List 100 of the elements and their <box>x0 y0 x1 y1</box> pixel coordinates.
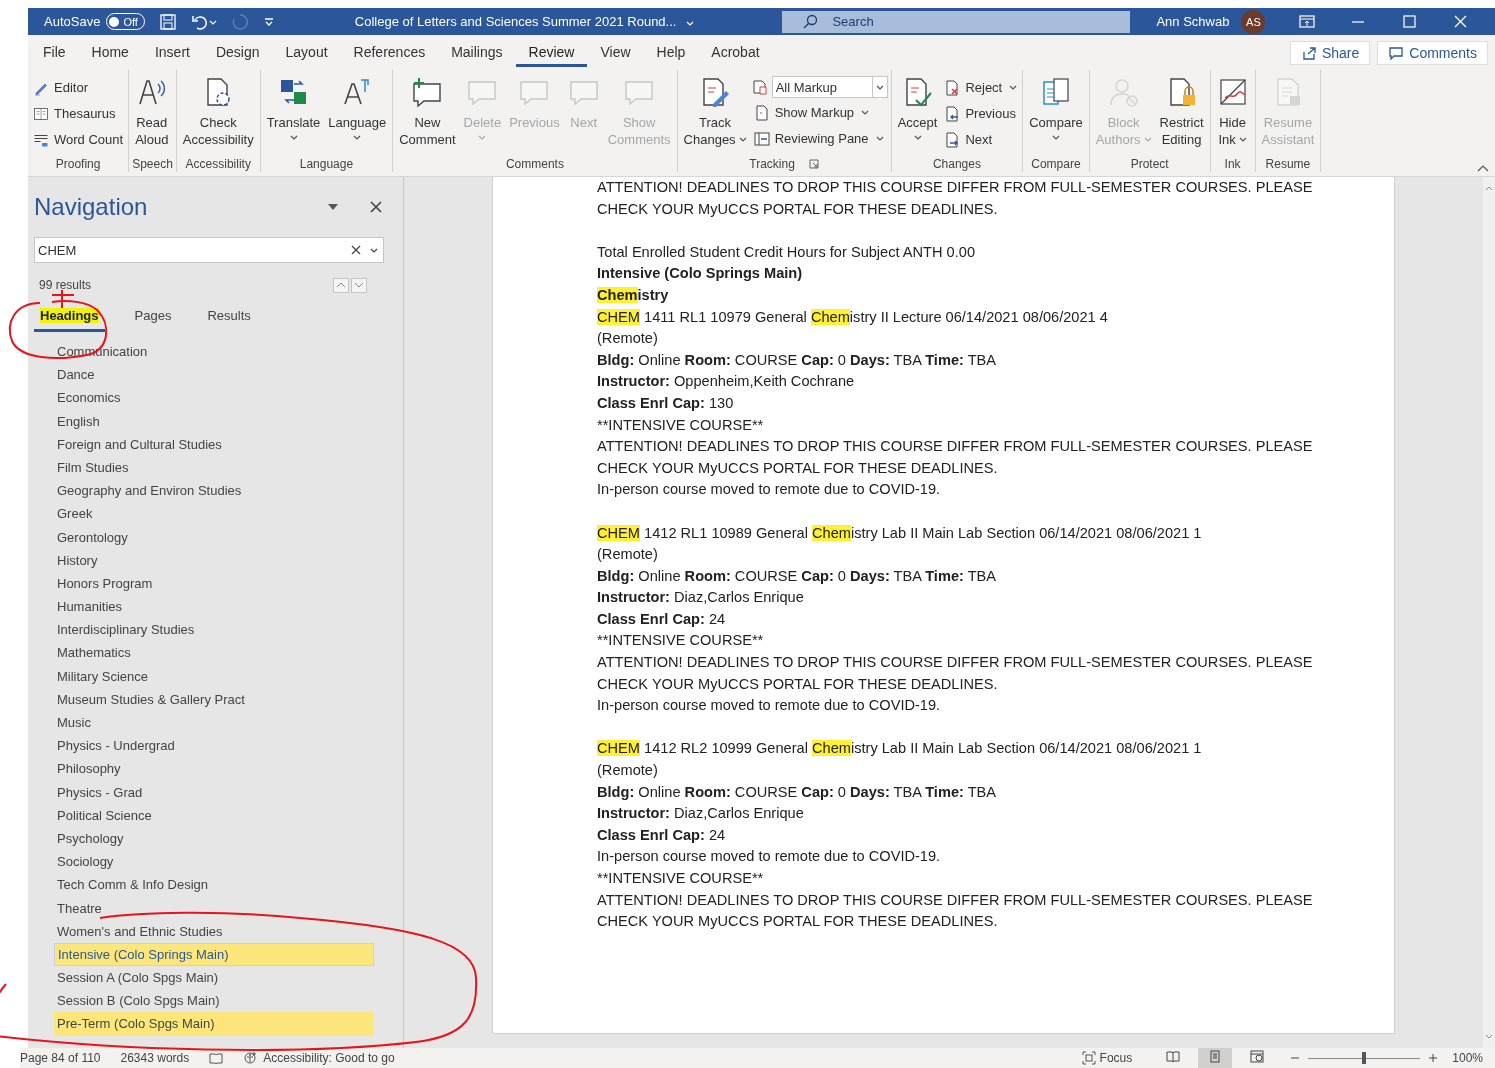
menu-tab[interactable]: References <box>340 38 439 67</box>
pane-tab[interactable]: Results <box>201 305 257 332</box>
heading-item[interactable]: Sociology <box>54 850 374 874</box>
save-icon[interactable] <box>158 12 177 31</box>
heading-item[interactable]: Interdisciplinary Studies <box>54 618 374 642</box>
document-text: CHECK YOUR MyUCCS PORTAL FOR THESE DEADLINES. <box>597 458 999 478</box>
previous-result-button[interactable] <box>333 277 349 293</box>
heading-item[interactable]: Session B (Colo Spgs Main) <box>54 989 374 1013</box>
pane-tab[interactable]: Pages <box>128 305 178 332</box>
ribbon-button[interactable]: Compare <box>1026 74 1086 142</box>
ribbon-button[interactable]: Reject <box>942 76 1020 99</box>
ribbon-button[interactable]: Language <box>325 74 390 142</box>
heading-item[interactable]: Military Science <box>54 664 374 688</box>
ribbon-button[interactable]: Editor <box>31 76 126 99</box>
heading-item[interactable]: Theatre <box>54 896 374 920</box>
heading-item[interactable]: Museum Studies & Gallery Pract <box>54 687 374 711</box>
maximize-icon[interactable] <box>1400 12 1419 31</box>
heading-item[interactable]: Music <box>54 711 374 735</box>
dropdown-icon[interactable] <box>327 203 339 211</box>
menu-tab[interactable]: Help <box>643 38 699 67</box>
menu-tab[interactable]: Design <box>202 38 273 67</box>
group-label: Language <box>299 157 354 171</box>
dialog-launcher-icon[interactable] <box>808 159 819 169</box>
document-heading: Chemistry <box>597 285 670 305</box>
document-title: College of Letters and Sciences Summer 2021 Round... <box>354 14 677 29</box>
menu-tab[interactable]: Layout <box>272 38 341 67</box>
heading-item[interactable]: Intensive (Colo Springs Main) <box>54 942 374 967</box>
heading-item[interactable]: Tech Comm & Info Design <box>54 873 374 897</box>
slider-thumb[interactable] <box>1362 1052 1367 1064</box>
ribbon-button[interactable]: Show Markup <box>751 101 888 124</box>
word-count[interactable]: 26343 words <box>120 1051 190 1065</box>
user-name: Ann Schwab <box>1156 14 1230 29</box>
caret-icon <box>353 135 362 140</box>
heading-item[interactable]: History <box>54 548 374 572</box>
heading-item[interactable]: Humanities <box>54 595 374 619</box>
customize-icon[interactable] <box>262 15 275 28</box>
ribbon-button[interactable]: Next <box>942 128 1020 151</box>
ribbon-button[interactable]: Track Changes <box>680 74 750 150</box>
ribbon-button[interactable]: Previous <box>942 102 1020 125</box>
ribbon-button[interactable]: Hide Ink <box>1213 74 1252 150</box>
heading-item[interactable]: Dance <box>54 363 374 387</box>
search-field[interactable]: CHEM <box>34 237 384 263</box>
accessibility-status[interactable]: Accessibility: Good to go <box>243 1051 395 1065</box>
ribbon-button[interactable]: Reviewing Pane <box>751 127 888 150</box>
heading-item[interactable]: Pre-Term (Colo Spgs Main) <box>54 1012 374 1036</box>
zoom-in-icon[interactable] <box>1428 1053 1439 1063</box>
next-result-button[interactable] <box>351 277 367 293</box>
caret-icon <box>913 135 922 140</box>
zoom-level[interactable]: 100% <box>1452 1051 1483 1065</box>
menu-tab[interactable]: Insert <box>141 38 203 67</box>
ribbon-display-icon[interactable] <box>1298 12 1317 31</box>
ribbon-button[interactable]: New Comment <box>396 74 459 150</box>
document-text: Class Enrl Cap: 24 <box>597 825 727 845</box>
ribbon-button[interactable]: Restrict Editing <box>1156 74 1207 150</box>
collapse-ribbon-icon[interactable] <box>1477 164 1489 172</box>
ribbon-button[interactable]: Check Accessibility <box>179 74 257 150</box>
heading-item[interactable]: Women's and Ethnic Studies <box>54 919 374 943</box>
view-button[interactable] <box>1198 1048 1233 1068</box>
heading-item[interactable]: Foreign and Cultural Studies <box>54 432 374 456</box>
heading-item[interactable]: Greek <box>54 502 374 526</box>
document-text: CHEM 1412 RL2 10999 General Chemistry Lab II Main Lab Section 06/14/2021 08/06/2021 1 <box>597 739 1203 759</box>
focus-button[interactable]: Focus <box>1081 1051 1133 1065</box>
heading-item[interactable]: English <box>54 409 374 433</box>
scroll-bar[interactable] <box>1483 177 1495 1048</box>
heading-item[interactable]: Philosophy <box>54 757 374 781</box>
markup-dropdown[interactable]: All Markup <box>771 76 888 98</box>
heading-item[interactable]: Honors Program <box>54 571 374 596</box>
heading-item[interactable]: Film Studies <box>54 455 374 480</box>
heading-item[interactable]: Gerontology <box>54 525 374 549</box>
close-icon[interactable] <box>369 200 383 214</box>
heading-item[interactable]: Physics - Undergrad <box>54 734 374 758</box>
ribbon-button[interactable]: Accept <box>894 74 941 142</box>
heading-item[interactable]: Political Science <box>54 803 374 827</box>
ribbon-button[interactable]: Read Aloud <box>132 74 172 150</box>
ribbon-button[interactable]: Word Count <box>31 128 126 151</box>
heading-item[interactable]: Physics - Grad <box>54 780 374 804</box>
ribbon-button[interactable]: Translate <box>263 74 324 142</box>
menu-tab[interactable]: Home <box>78 38 142 67</box>
document-text: CHECK YOUR MyUCCS PORTAL FOR THESE DEADLINES. <box>597 199 999 219</box>
menu-tab[interactable]: File <box>30 38 79 67</box>
heading-item[interactable]: Geography and Environ Studies <box>54 479 374 503</box>
heading-item[interactable]: Economics <box>54 386 374 410</box>
share-button[interactable]: Share <box>1289 40 1371 65</box>
heading-item[interactable]: Mathematics <box>54 641 374 665</box>
proofing-icon[interactable] <box>209 1052 224 1064</box>
pane-tab[interactable]: Headings <box>34 305 105 332</box>
ribbon-button[interactable]: Thesaurus <box>31 102 126 125</box>
document-text: **INTENSIVE COURSE** <box>597 415 765 435</box>
menu-tab[interactable]: Acrobat <box>698 38 773 67</box>
page-count[interactable]: Page 84 of 110 <box>20 1051 101 1065</box>
caret-icon[interactable] <box>370 247 378 253</box>
menu-tab[interactable]: View <box>587 38 644 67</box>
heading-item[interactable]: Session A (Colo Spgs Main) <box>54 966 374 990</box>
heading-item[interactable]: Psychology <box>54 826 374 851</box>
menu-tab[interactable]: Review <box>515 38 588 67</box>
comments-button[interactable]: Comments <box>1377 40 1488 65</box>
search-field[interactable]: Search <box>782 10 1131 33</box>
clear-icon[interactable] <box>350 244 362 256</box>
user-avatar[interactable]: AS <box>1241 9 1266 34</box>
menu-tab[interactable]: Mailings <box>438 38 516 67</box>
